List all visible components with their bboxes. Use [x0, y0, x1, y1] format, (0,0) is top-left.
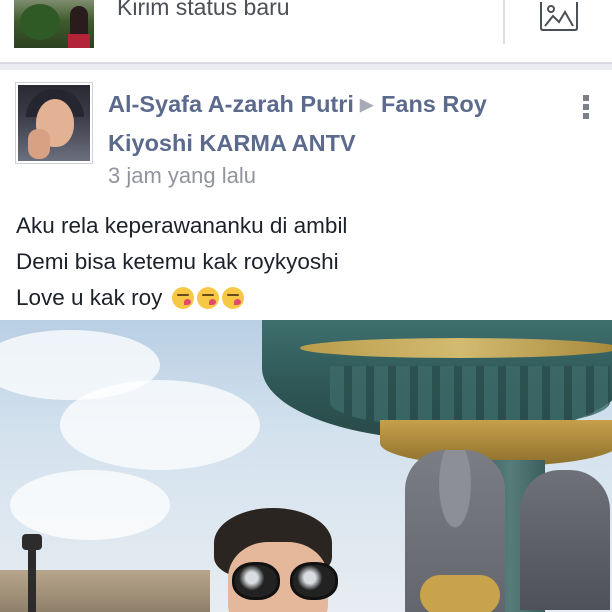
post-text-line: Love u kak roy — [16, 280, 596, 316]
author-name-link[interactable]: Al-Syafa A-zarah Putri — [108, 91, 354, 117]
status-input[interactable]: Kirim status baru — [117, 0, 290, 21]
composer-avatar[interactable] — [14, 0, 94, 48]
post-text-line: Aku rela keperawananku di ambil — [16, 213, 348, 238]
status-composer: Kirim status baru — [0, 0, 612, 64]
vertical-dots-icon[interactable] — [578, 95, 594, 129]
kissing-face-emoji — [196, 287, 219, 309]
post-photo[interactable] — [0, 320, 612, 612]
photo-icon[interactable] — [537, 0, 581, 32]
feed-separator — [0, 64, 612, 70]
composer-divider — [503, 0, 505, 44]
post-header: Al-Syafa A-zarah Putri ▶ Fans Roy Kiyoshi K… — [108, 86, 548, 162]
kissing-face-emoji — [171, 287, 194, 309]
triangle-right-icon: ▶ — [359, 95, 374, 114]
kissing-face-emoji — [221, 287, 244, 309]
post-timestamp[interactable]: 3 jam yang lalu — [108, 163, 256, 189]
author-avatar[interactable] — [15, 82, 93, 164]
post-text-line: Demi bisa ketemu kak roykyoshi — [16, 249, 339, 274]
post-body: Aku rela keperawananku di ambil Demi bis… — [16, 208, 596, 316]
